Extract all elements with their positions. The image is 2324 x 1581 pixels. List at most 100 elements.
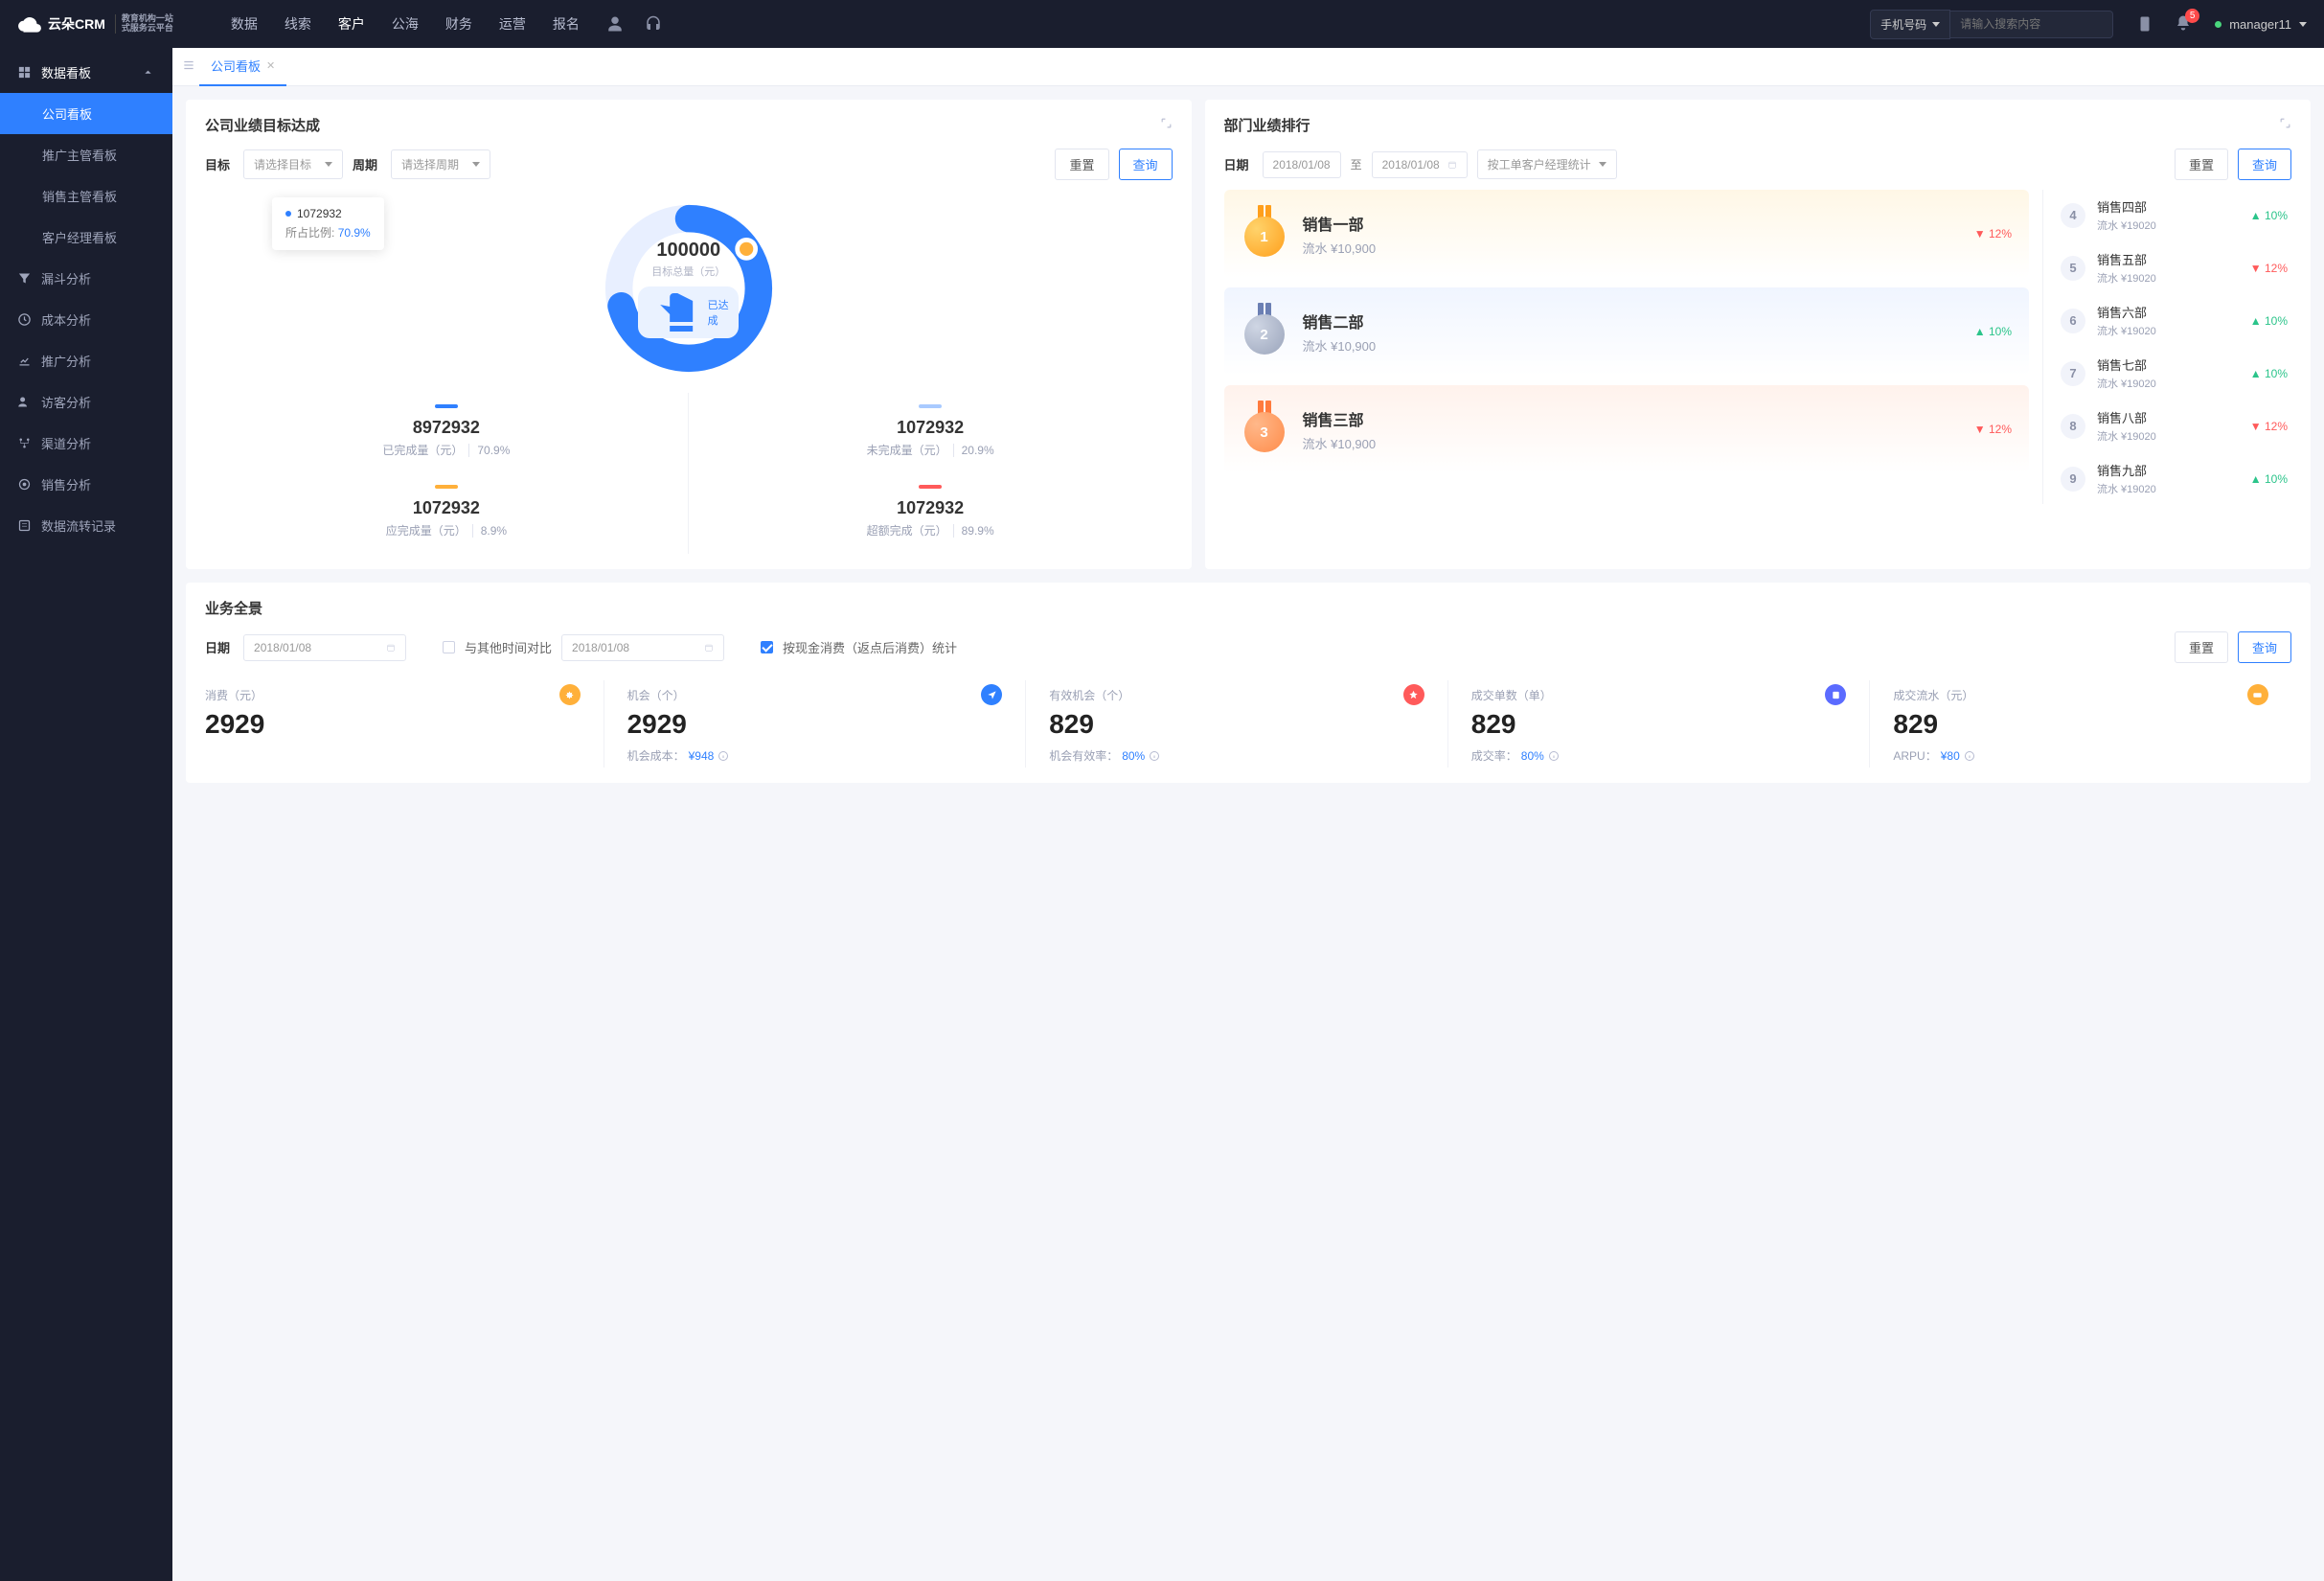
search-input[interactable] [1950,11,2113,38]
rank-delta: ▲ 10% [2250,472,2288,486]
info-icon[interactable] [1149,750,1160,762]
medal-icon: 2 [1242,303,1287,360]
date-to[interactable]: 2018/01/08 [1372,151,1468,178]
close-icon[interactable]: ✕ [266,59,275,72]
topmenu-pool[interactable]: 公海 [392,14,419,34]
date-from[interactable]: 2018/01/08 [1263,151,1341,178]
donut-status-pill: 已达成 [638,286,739,338]
select-target[interactable]: 请选择目标 [243,149,343,179]
cloud-icon [17,11,42,36]
chevron-down-icon [2299,22,2307,27]
expand-icon[interactable] [1160,117,1173,133]
medal-icon: 3 [1242,401,1287,458]
clock-icon [17,312,32,327]
podium-item[interactable]: 1 销售一部 流水 ¥10,900 ▼ 12% [1224,190,2029,278]
notif-badge: 5 [2185,9,2199,23]
tabs-collapse[interactable] [182,58,195,75]
donut-total: 100000 [656,240,720,262]
record-icon [17,518,32,533]
user-icon[interactable] [606,15,624,33]
overview-date-1[interactable]: 2018/01/08 [243,634,406,661]
kpi-sub: 机会成本：¥948 [627,747,1003,764]
sidebar-sub-acct-mgr[interactable]: 客户经理看板 [0,217,172,258]
tab-company-board[interactable]: 公司看板 ✕ [199,48,286,86]
sidebar-sales[interactable]: 销售分析 [0,464,172,505]
rank-row[interactable]: 7 销售七部 流水 ¥19020 ▲ 10% [2057,348,2291,399]
rank-name: 销售四部 [2097,197,2156,216]
kpi-sub: 机会有效率：80% [1049,747,1424,764]
cash-label: 按现金消费（返点后消费）统计 [783,638,957,656]
card-overview: 业务全景 日期 2018/01/08 与其他时间对比 2018/01/08 按现… [186,583,2311,783]
sidebar-flow[interactable]: 数据流转记录 [0,505,172,546]
notifications[interactable]: 5 [2175,14,2192,34]
kpi-row: 消费（元） 2929 机会（个） 2929 机会成本：¥948 有效机会（个） … [205,680,2291,768]
kpi-label: 有效机会（个） [1049,687,1129,703]
username: manager11 [2229,17,2291,32]
topmenu-enroll[interactable]: 报名 [553,14,580,34]
rank-row[interactable]: 8 销售八部 流水 ¥19020 ▼ 12% [2057,401,2291,451]
sidebar-sub-promo-mgr[interactable]: 推广主管看板 [0,134,172,175]
sidebar-channel[interactable]: 渠道分析 [0,423,172,464]
sidebar-promo[interactable]: 推广分析 [0,340,172,381]
rank-filter: 日期 2018/01/08 至 2018/01/08 按工单客户经理统计 重置 … [1224,149,2291,180]
rank-row[interactable]: 5 销售五部 流水 ¥19020 ▼ 12% [2057,242,2291,293]
search-field[interactable] [1960,17,2108,31]
info-icon[interactable] [718,750,729,762]
target-icon [17,477,32,492]
reset-button[interactable]: 重置 [1055,149,1108,180]
donut-tooltip: 1072932 所占比例: 70.9% [272,197,384,250]
metric-cell: 8972932 已完成量（元）70.9% [205,393,689,473]
kpi-value: 2929 [627,709,1003,740]
reset-button[interactable]: 重置 [2175,631,2228,663]
metric-value: 1072932 [215,498,678,518]
rank-body: 1 销售一部 流水 ¥10,900 ▼ 12% 2 销售二部 流水 ¥10,90… [1224,190,2291,504]
kpi-cell: 机会（个） 2929 机会成本：¥948 [627,680,1027,768]
calendar-icon [386,643,396,653]
donut-total-label: 目标总量（元） [651,264,725,279]
compare-checkbox[interactable] [443,641,455,653]
select-groupby[interactable]: 按工单客户经理统计 [1477,149,1617,179]
rank-number: 5 [2061,256,2085,281]
user-menu[interactable]: manager11 [2215,17,2307,32]
info-icon[interactable] [1964,750,1975,762]
sidebar-group-dashboard[interactable]: 数据看板 [0,52,172,93]
expand-icon[interactable] [2279,117,2291,133]
info-icon[interactable] [1548,750,1560,762]
query-button[interactable]: 查询 [2238,631,2291,663]
rank-number: 9 [2061,467,2085,492]
metric-label: 应完成量（元）8.9% [215,522,678,538]
calendar-icon [1447,160,1457,170]
query-button[interactable]: 查询 [2238,149,2291,180]
query-button[interactable]: 查询 [1119,149,1173,180]
topmenu-data[interactable]: 数据 [231,14,258,34]
sidebar-sub-sales-mgr[interactable]: 销售主管看板 [0,175,172,217]
rank-row[interactable]: 9 销售九部 流水 ¥19020 ▲ 10% [2057,453,2291,504]
search-type-select[interactable]: 手机号码 [1870,10,1950,39]
topmenu-leads[interactable]: 线索 [285,14,311,34]
kpi-value: 829 [1049,709,1424,740]
reset-button[interactable]: 重置 [2175,149,2228,180]
rank-row[interactable]: 4 销售四部 流水 ¥19020 ▲ 10% [2057,190,2291,241]
topmenu-finance[interactable]: 财务 [445,14,472,34]
phone-icon[interactable] [2136,15,2153,33]
topmenu-customer[interactable]: 客户 [338,14,365,34]
sidebar-visitor[interactable]: 访客分析 [0,381,172,423]
podium-item[interactable]: 3 销售三部 流水 ¥10,900 ▼ 12% [1224,385,2029,473]
rank-delta: ▼ 12% [1974,227,2012,241]
sidebar-cost[interactable]: 成本分析 [0,299,172,340]
sidebar-funnel[interactable]: 漏斗分析 [0,258,172,299]
brand-name: 云朵CRM [48,14,105,34]
cash-checkbox[interactable] [761,641,773,653]
kpi-cell: 消费（元） 2929 [205,680,604,768]
podium-item[interactable]: 2 销售二部 流水 ¥10,900 ▲ 10% [1224,287,2029,376]
metric-cell: 1072932 未完成量（元）20.9% [689,393,1173,473]
sidebar-sub-company[interactable]: 公司看板 [0,93,172,134]
overview-date-2[interactable]: 2018/01/08 [561,634,724,661]
rank-row[interactable]: 6 销售六部 流水 ¥19020 ▲ 10% [2057,295,2291,346]
topmenu-ops[interactable]: 运营 [499,14,526,34]
kpi-label: 消费（元） [205,687,262,703]
funnel-icon [17,271,32,286]
headset-icon[interactable] [645,15,662,33]
top-extra-icons [606,15,662,33]
select-period[interactable]: 请选择周期 [391,149,490,179]
